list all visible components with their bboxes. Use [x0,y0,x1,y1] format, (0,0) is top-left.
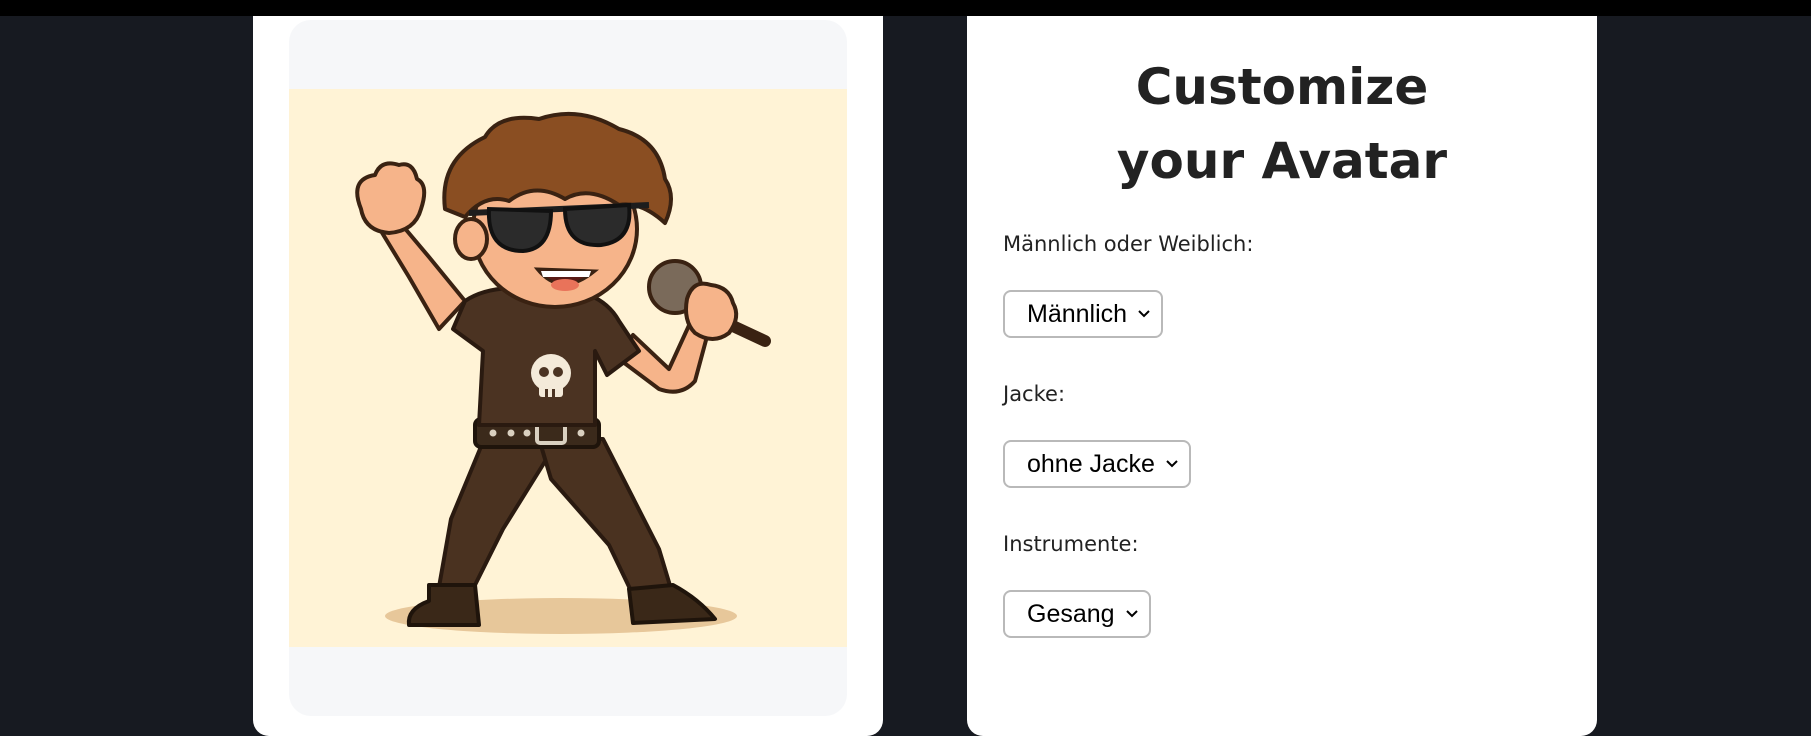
avatar-image [289,89,847,647]
gender-select-value: Männlich [1027,299,1128,328]
instruments-label: Instrumente: [1003,532,1139,556]
top-bar [0,0,1811,16]
instruments-select-value: Gesang [1027,599,1115,628]
instruments-select[interactable]: Gesang [1003,590,1151,638]
avatar-image-frame [289,20,847,716]
page-title: Customize your Avatar [1116,58,1448,190]
jacket-label: Jacke: [1003,382,1066,406]
avatar-illustration [355,111,771,634]
gender-label: Männlich oder Weiblich: [1003,232,1254,256]
jacket-select[interactable]: ohne Jacke [1003,440,1191,488]
chevron-down-icon [1165,457,1179,471]
jacket-select-value: ohne Jacke [1027,449,1155,478]
avatar-preview-card [253,16,883,736]
gender-select[interactable]: Männlich [1003,290,1164,338]
customize-form-card: Customize your Avatar Männlich oder Weib… [967,16,1597,736]
chevron-down-icon [1125,607,1139,621]
chevron-down-icon [1137,307,1151,321]
